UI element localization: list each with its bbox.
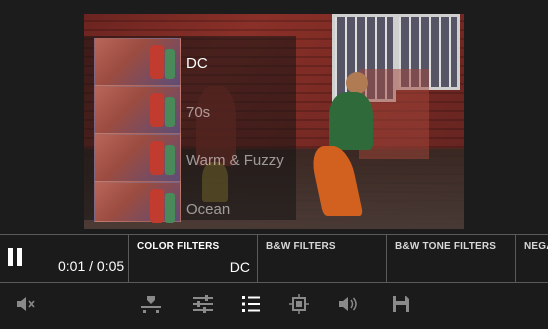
tab-title: B&W TONE FILTERS <box>395 241 497 252</box>
filter-thumb-3[interactable] <box>94 134 181 182</box>
save-icon[interactable] <box>390 293 412 315</box>
pause-button[interactable] <box>8 248 22 266</box>
trim-icon[interactable] <box>140 293 162 315</box>
video-viewport: DC 70s Warm & Fuzzy Ocean <box>0 0 548 232</box>
volume-icon[interactable] <box>336 293 358 315</box>
list-icon[interactable] <box>240 293 262 315</box>
filter-item-dc[interactable]: DC <box>186 55 208 72</box>
time-display: 0:01 / 0:05 <box>58 258 125 274</box>
man-jacket <box>329 92 373 150</box>
tab-bw-filters[interactable]: B&W FILTERS <box>257 235 387 282</box>
filter-item-70s[interactable]: 70s <box>186 104 210 121</box>
tab-value: DC <box>229 259 250 275</box>
crop-icon[interactable] <box>288 293 310 315</box>
filter-thumb-4[interactable] <box>94 182 181 223</box>
control-bar: 0:01 / 0:05 COLOR FILTERS DC B&W FILTERS… <box>0 234 548 283</box>
tab-bw-tone-filters[interactable]: B&W TONE FILTERS <box>386 235 516 282</box>
tab-title: B&W FILTERS <box>266 241 336 252</box>
filter-thumb-1[interactable] <box>94 38 181 86</box>
man-pants <box>308 146 364 216</box>
tab-color-filters[interactable]: COLOR FILTERS DC <box>128 235 258 282</box>
tab-nega[interactable]: NEGA <box>515 235 548 282</box>
mute-icon[interactable] <box>14 293 36 315</box>
filter-item-warm-fuzzy[interactable]: Warm & Fuzzy <box>186 152 284 169</box>
tab-title: COLOR FILTERS <box>137 241 220 252</box>
adjust-icon[interactable] <box>192 293 214 315</box>
tab-title: NEGA <box>524 241 548 252</box>
filter-item-ocean[interactable]: Ocean <box>186 201 230 218</box>
bottom-toolbar <box>0 283 548 329</box>
man-head <box>346 72 368 94</box>
filter-thumb-2[interactable] <box>94 86 181 134</box>
